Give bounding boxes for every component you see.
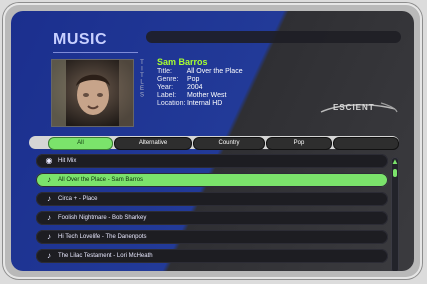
tab-country[interactable]: Country (193, 137, 265, 150)
track-info: Sam Barros Title: All Over the Place Gen… (157, 57, 243, 108)
tab-label: Country (218, 140, 240, 146)
music-note-icon: ♪ (47, 213, 51, 222)
music-screen: MUSIC TITLES Sam Barros Title: All Over … (11, 11, 414, 271)
info-row: Label: Mother West (157, 92, 243, 100)
info-label: Genre: (157, 76, 179, 83)
info-value: Mother West (186, 92, 227, 99)
tab-label: Pop (293, 140, 305, 146)
logo-text: ESCIENT (333, 103, 375, 112)
info-row: Location: Internal HD (157, 100, 243, 108)
list-item[interactable]: ♪ The Lilac Testament - Lori McHeath (36, 249, 388, 263)
list-item[interactable]: ♪ Hi Tech Lovelife - The Danenpots (36, 230, 388, 244)
info-row: Title: All Over the Place (157, 68, 243, 76)
info-row: Year: 2004 (157, 84, 243, 92)
info-value: 2004 (186, 84, 203, 91)
music-note-icon: ♪ (47, 194, 51, 203)
tab-label: Alternative (138, 140, 168, 146)
music-note-icon: ♪ (47, 232, 51, 241)
list-item-label: Hit Mix (58, 158, 77, 164)
brand-logo: ESCIENT (311, 97, 401, 119)
title-underline (53, 52, 138, 53)
list-item-label: Foolish Nightmare - Bob Sharkey (58, 215, 147, 221)
music-note-icon: ♪ (47, 175, 51, 184)
tab-pop[interactable]: Pop (266, 137, 332, 150)
list-item-label: The Lilac Testament - Lori McHeath (58, 253, 153, 259)
info-label: Location: (157, 100, 186, 107)
tab-alternative[interactable]: Alternative (114, 137, 192, 150)
list-item[interactable]: ♪ All Over the Place - Sam Barros (36, 173, 388, 187)
list-item-label: Circa + - Place (58, 196, 98, 202)
album-art (51, 59, 134, 127)
device-frame: MUSIC TITLES Sam Barros Title: All Over … (3, 3, 422, 279)
cd-icon: ◉ (45, 156, 53, 165)
list-item-label: Hi Tech Lovelife - The Danenpots (58, 234, 147, 240)
music-note-icon: ♪ (47, 251, 51, 260)
info-value: Pop (186, 76, 200, 83)
tab-blank[interactable] (333, 137, 399, 150)
page-title: MUSIC (53, 31, 108, 48)
scroll-up-icon[interactable]: ▲ (391, 157, 399, 167)
list-item[interactable]: ♪ Foolish Nightmare - Bob Sharkey (36, 211, 388, 225)
info-label: Year: (157, 84, 174, 91)
now-playing-song: Sam Barros (157, 57, 208, 67)
info-label: Label: (157, 92, 177, 99)
scrollbar-thumb[interactable] (393, 169, 397, 177)
list-item[interactable]: ♪ Circa + - Place (36, 192, 388, 206)
track-list: ◉ Hit Mix ♪ All Over the Place - Sam Bar… (36, 154, 392, 271)
tab-label: All (77, 140, 84, 146)
info-label: Title: (157, 68, 172, 75)
list-item-label: All Over the Place - Sam Barros (58, 177, 144, 183)
vertical-label-text: TITLES (139, 60, 145, 99)
album-art-image (52, 60, 133, 126)
info-row: Genre: Pop (157, 76, 243, 84)
list-item[interactable]: ◉ Hit Mix (36, 154, 388, 168)
list-scrollbar[interactable]: ▲ (391, 157, 399, 271)
info-value: Internal HD (186, 100, 223, 107)
tab-all[interactable]: All (48, 137, 113, 150)
vertical-section-label: TITLES (138, 60, 148, 126)
info-value: All Over the Place (186, 68, 243, 75)
top-status-bar (146, 31, 401, 43)
